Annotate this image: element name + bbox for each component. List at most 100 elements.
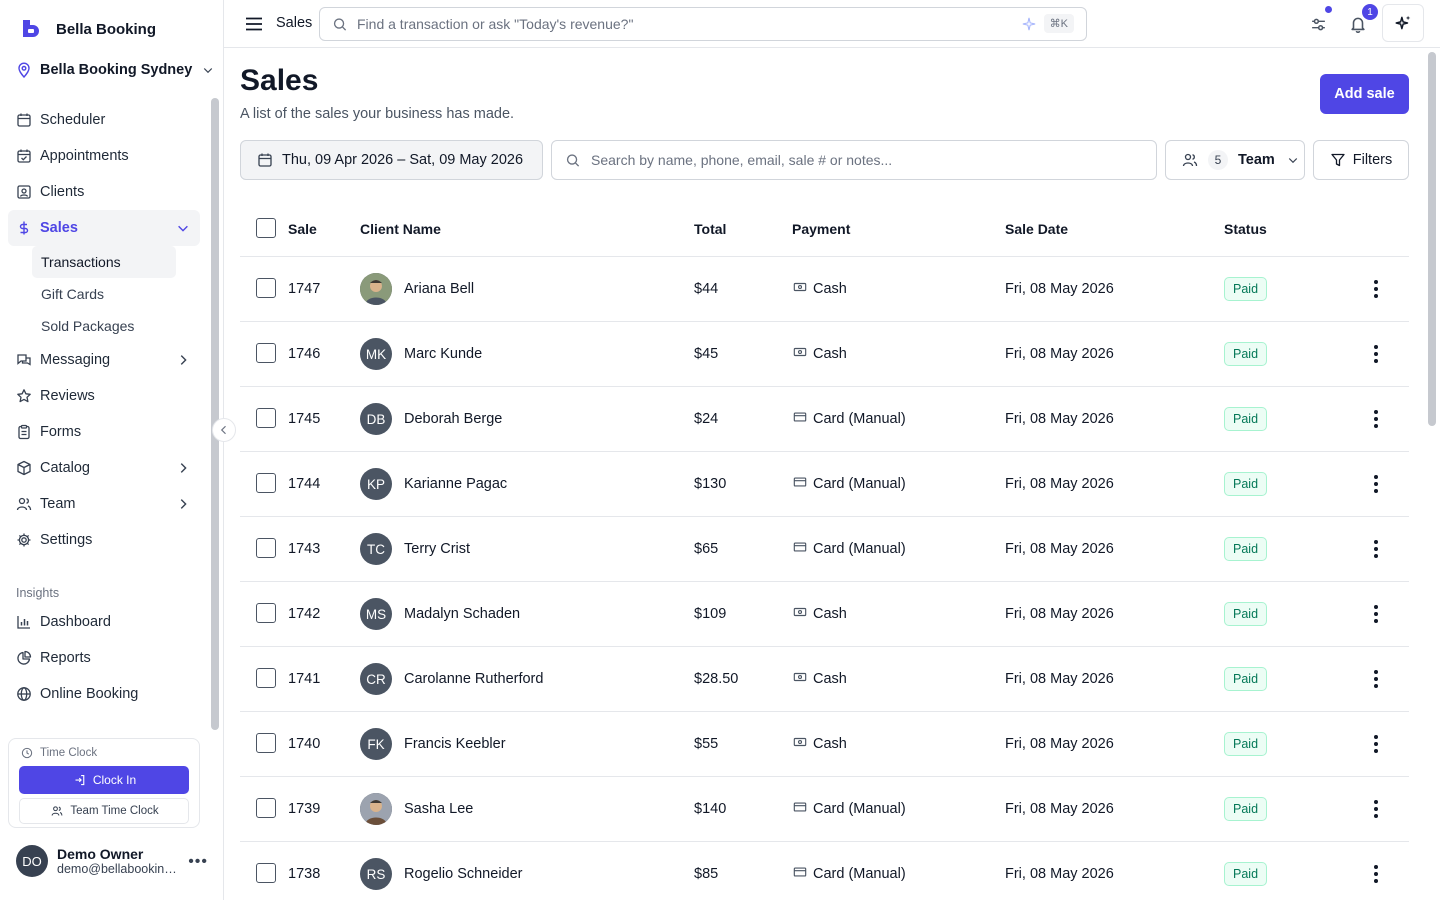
row-actions-icon[interactable] [1366,602,1386,626]
row-actions-icon[interactable] [1366,277,1386,301]
clock-icon [21,747,33,759]
sidebar-item-team[interactable]: Team [8,486,200,522]
sales-search-input[interactable] [591,152,1151,168]
integrations-button[interactable] [1302,6,1334,40]
sidebar-item-label: Settings [40,532,93,548]
user-more-icon[interactable]: ••• [188,853,208,871]
row-actions-icon[interactable] [1366,862,1386,886]
column-header-total[interactable]: Total [694,221,726,237]
table-row[interactable]: 1741 CR Carolanne Rutherford $28.50 Cash… [240,647,1409,712]
ai-assistant-button[interactable] [1382,4,1424,42]
sidebar-item-forms[interactable]: Forms [8,414,200,450]
column-header-payment[interactable]: Payment [792,221,850,237]
sidebar-item-catalog[interactable]: Catalog [8,450,200,486]
column-header-client[interactable]: Client Name [360,221,441,237]
row-actions-icon[interactable] [1366,667,1386,691]
sidebar-item-scheduler[interactable]: Scheduler [8,102,200,138]
row-checkbox[interactable] [256,603,276,623]
location-selector[interactable]: Bella Booking Sydney [16,62,216,78]
client-name[interactable]: Karianne Pagac [404,476,507,492]
sale-total: $28.50 [694,671,739,687]
client-name[interactable]: Deborah Berge [404,411,502,427]
app-root: Bella Booking Bella Booking Sydney Sched… [0,0,1440,900]
sidebar-item-appointments[interactable]: Appointments [8,138,200,174]
sale-total: $24 [694,411,719,427]
column-header-sale[interactable]: Sale [288,221,317,237]
table-row[interactable]: 1747 Ariana Bell $44 Cash Fri, 08 May 20… [240,257,1409,322]
chevron-right-icon [180,355,187,365]
client-avatar: MS [360,598,392,630]
row-checkbox[interactable] [256,863,276,883]
column-header-status[interactable]: Status [1224,221,1267,237]
table-row[interactable]: 1742 MS Madalyn Schaden $109 Cash Fri, 0… [240,582,1409,647]
date-range-picker[interactable]: Thu, 09 Apr 2026 – Sat, 09 May 2026 [240,140,543,180]
filters-label: Filters [1352,152,1393,168]
client-name[interactable]: Rogelio Schneider [404,866,523,882]
status-badge: Paid [1224,537,1268,561]
client-name[interactable]: Francis Keebler [404,736,506,752]
user-name: Demo Owner [57,846,144,862]
map-pin-icon [18,62,30,78]
sidebar-item-reviews[interactable]: Reviews [8,378,200,414]
global-search-input[interactable] [357,16,1017,32]
column-header-sale-date[interactable]: Sale Date [1005,221,1068,237]
sidebar-item-settings[interactable]: Settings [8,522,200,558]
sidebar-item-reports[interactable]: Reports [8,640,200,676]
row-actions-icon[interactable] [1366,342,1386,366]
client-name[interactable]: Marc Kunde [404,346,482,362]
row-actions-icon[interactable] [1366,732,1386,756]
row-checkbox[interactable] [256,473,276,493]
subnav-item-sold-packages[interactable]: Sold Packages [32,310,176,342]
user-profile[interactable]: DO Demo Owner demo@bellabooking.com.au •… [16,845,216,877]
row-checkbox[interactable] [256,798,276,818]
row-actions-icon[interactable] [1366,472,1386,496]
payment-method: Card (Manual) [793,865,906,883]
table-row[interactable]: 1744 KP Karianne Pagac $130 Card (Manual… [240,452,1409,517]
subnav-item-transactions[interactable]: Transactions [32,246,176,278]
sidebar-item-sales[interactable]: Sales [8,210,200,246]
client-name[interactable]: Terry Crist [404,541,470,557]
brand[interactable]: Bella Booking [20,18,156,40]
row-checkbox[interactable] [256,278,276,298]
topbar-title: Sales [276,15,313,31]
menu-icon[interactable] [244,14,264,39]
table-header: Sale Client Name Total Payment Sale Date… [240,198,1409,257]
global-search[interactable]: ⌘K [319,7,1087,41]
clock-in-button[interactable]: Clock In [19,766,189,794]
table-row[interactable]: 1746 MK Marc Kunde $45 Cash Fri, 08 May … [240,322,1409,387]
sidebar-item-dashboard[interactable]: Dashboard [8,604,200,640]
card-icon [793,477,807,487]
row-checkbox[interactable] [256,733,276,753]
table-row[interactable]: 1745 DB Deborah Berge $24 Card (Manual) … [240,387,1409,452]
sidebar-item-messaging[interactable]: Messaging [8,342,200,378]
box-icon [17,460,31,476]
select-all-checkbox[interactable] [256,218,276,238]
sidebar-scrollbar[interactable] [211,98,219,730]
sidebar-item-clients[interactable]: Clients [8,174,200,210]
sidebar-collapse-button[interactable] [212,418,236,442]
row-checkbox[interactable] [256,668,276,688]
sidebar-item-online-booking[interactable]: Online Booking [8,676,200,712]
client-name[interactable]: Sasha Lee [404,801,473,817]
main-scrollbar[interactable] [1428,52,1436,426]
table-row[interactable]: 1743 TC Terry Crist $65 Card (Manual) Fr… [240,517,1409,582]
row-actions-icon[interactable] [1366,407,1386,431]
row-actions-icon[interactable] [1366,537,1386,561]
add-sale-button[interactable]: Add sale [1320,74,1409,114]
sales-search[interactable] [551,140,1157,180]
table-row[interactable]: 1739 Sasha Lee $140 Card (Manual) Fri, 0… [240,777,1409,842]
client-name[interactable]: Carolanne Rutherford [404,671,543,687]
row-checkbox[interactable] [256,538,276,558]
team-time-clock-button[interactable]: Team Time Clock [19,798,189,824]
row-checkbox[interactable] [256,343,276,363]
table-row[interactable]: 1740 FK Francis Keebler $55 Cash Fri, 08… [240,712,1409,777]
row-actions-icon[interactable] [1366,797,1386,821]
notifications-button[interactable]: 1 [1342,4,1378,40]
table-row[interactable]: 1738 RS Rogelio Schneider $85 Card (Manu… [240,842,1409,900]
subnav-item-gift-cards[interactable]: Gift Cards [32,278,176,310]
client-name[interactable]: Ariana Bell [404,281,474,297]
team-filter-button[interactable]: 5 Team [1165,140,1305,180]
client-name[interactable]: Madalyn Schaden [404,606,520,622]
row-checkbox[interactable] [256,408,276,428]
filters-button[interactable]: Filters [1313,140,1409,180]
